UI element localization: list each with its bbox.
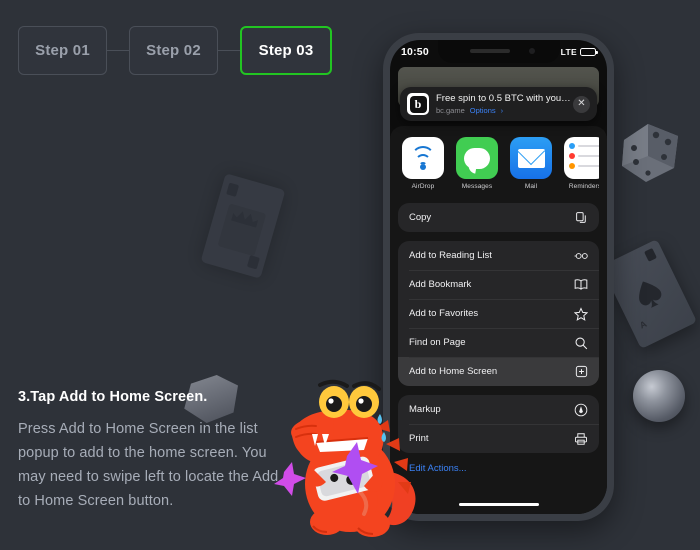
action-label: Add to Favorites: [409, 308, 479, 319]
decor-ace-of-spades: A: [600, 239, 698, 349]
status-time: 10:50: [401, 45, 429, 58]
action-label: Find on Page: [409, 337, 466, 348]
step-01[interactable]: Step 01: [18, 26, 107, 75]
card-corner-letter: A: [637, 318, 649, 331]
notification-options-link[interactable]: Options: [470, 105, 496, 116]
copy-icon: [574, 211, 588, 225]
reminders-icon: [564, 137, 599, 179]
messages-icon: [456, 137, 498, 179]
edit-actions-link[interactable]: Edit Actions...: [398, 453, 599, 474]
plus-square-icon: [574, 365, 588, 379]
step-03[interactable]: Step 03: [240, 26, 332, 75]
decor-dice: [618, 118, 684, 188]
spade-icon: [639, 281, 662, 308]
home-indicator[interactable]: [458, 502, 539, 506]
action-label: Add Bookmark: [409, 279, 472, 290]
action-row-add-to-favorites[interactable]: Add to Favorites: [398, 299, 599, 328]
action-row-find-on-page[interactable]: Find on Page: [398, 328, 599, 357]
step-02[interactable]: Step 02: [129, 26, 218, 75]
chevron-right-icon: ›: [500, 105, 504, 115]
card-pip: [226, 182, 240, 197]
action-group-2: Add to Reading List Add Bookmark Add to …: [398, 241, 599, 386]
action-row-print[interactable]: Print: [398, 424, 599, 453]
battery-icon: [580, 47, 598, 56]
carrier-label: LTE: [560, 46, 577, 57]
action-row-add-to-home-screen[interactable]: Add to Home Screen: [398, 357, 599, 386]
app-label: Messages: [461, 183, 493, 190]
printer-icon: [574, 432, 588, 446]
instructions-block: 3.Tap Add to Home Screen. Press Add to H…: [18, 389, 286, 513]
share-target-mail[interactable]: Mail: [510, 137, 552, 190]
book-icon: [574, 278, 588, 292]
action-group-1: Copy: [398, 203, 599, 232]
action-row-add-bookmark[interactable]: Add Bookmark: [398, 270, 599, 299]
notification-banner[interactable]: b Free spin to 0.5 BTC with your luck bc…: [400, 87, 597, 121]
step-connector: [107, 50, 129, 51]
step-02-label: Step 02: [146, 42, 201, 59]
card-pip: [246, 255, 260, 270]
step-03-label: Step 03: [258, 42, 314, 59]
bc-game-app-icon: b: [407, 93, 429, 115]
card-face-art: [217, 203, 267, 257]
markup-pen-icon: [574, 403, 588, 417]
instruction-title: 3.Tap Add to Home Screen.: [18, 389, 208, 405]
app-label: Reminders: [568, 183, 599, 190]
share-app-row: AirDrop Messages Mail Reminders: [398, 126, 599, 194]
card-corner-mark: [644, 247, 657, 262]
notification-source: bc.game: [436, 105, 465, 115]
instruction-body: Press Add to Home Screen in the list pop…: [18, 421, 279, 509]
action-label: Copy: [409, 212, 432, 223]
stepper: Step 01 Step 02 Step 03: [18, 26, 332, 75]
notification-text: Free spin to 0.5 BTC with your luck bc.g…: [436, 93, 573, 116]
notification-title: Free spin to 0.5 BTC with your luck: [436, 92, 573, 104]
step-01-label: Step 01: [35, 42, 90, 59]
share-target-messages[interactable]: Messages: [456, 137, 498, 190]
notification-subline: bc.game Options ›: [436, 105, 573, 116]
earpiece-speaker: [469, 49, 510, 53]
crown-shape: [231, 209, 259, 228]
phone-notch: [437, 40, 560, 63]
app-label: AirDrop: [411, 183, 435, 190]
star-icon: [574, 306, 588, 321]
glasses-icon: [574, 249, 588, 263]
share-target-airdrop[interactable]: AirDrop: [402, 137, 444, 190]
close-icon[interactable]: ✕: [573, 95, 590, 113]
action-label: Add to Reading List: [409, 250, 492, 261]
magnifier-icon: [574, 336, 588, 350]
page-root: A Step 01 Step 02 Step 03 3.Tap Add to H…: [0, 0, 700, 550]
mail-icon: [510, 137, 552, 179]
action-row-add-to-reading-list[interactable]: Add to Reading List: [398, 241, 599, 270]
app-icon-glyph: b: [409, 95, 427, 113]
action-row-copy[interactable]: Copy: [398, 203, 599, 232]
decor-sphere: [633, 370, 685, 422]
dice-icon: [622, 124, 678, 182]
app-label: Mail: [524, 183, 538, 190]
front-camera-icon: [528, 48, 535, 54]
step-connector: [218, 50, 240, 51]
action-group-3: Markup Print: [398, 395, 599, 453]
decor-playing-card-king: [200, 173, 286, 279]
dinosaur-mascot: [274, 379, 416, 537]
airdrop-icon: [402, 137, 444, 179]
action-row-markup[interactable]: Markup: [398, 395, 599, 424]
share-target-reminders[interactable]: Reminders: [564, 137, 599, 190]
